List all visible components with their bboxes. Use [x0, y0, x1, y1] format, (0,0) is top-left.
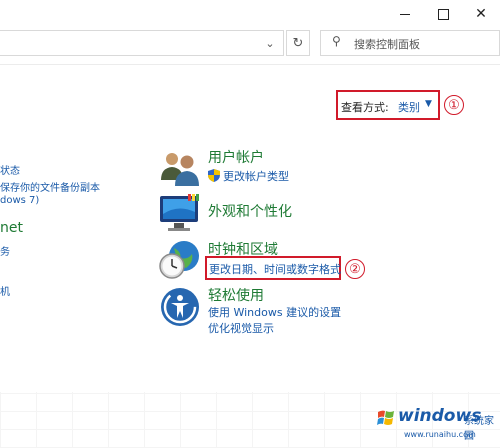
link-optimize-visual-display[interactable]: 优化视觉显示: [208, 320, 274, 336]
left-partial-5[interactable]: 机: [0, 283, 10, 298]
close-button[interactable]: ✕: [458, 0, 500, 28]
address-dropdown-button[interactable]: ⌄: [262, 34, 278, 52]
annotation-2: ②: [345, 259, 365, 279]
chevron-down-icon: ▼: [425, 99, 432, 109]
link-change-date-time-format[interactable]: 更改日期、时间或数字格式: [209, 261, 341, 277]
watermark: windows 系统家园 www.runaihu.com: [376, 404, 500, 448]
category-user-accounts[interactable]: 用户帐户: [208, 147, 264, 167]
category-ease-of-access[interactable]: 轻松使用: [208, 285, 264, 305]
left-partial-title[interactable]: net: [0, 220, 23, 236]
link-windows-recommended-settings[interactable]: 使用 Windows 建议的设置: [208, 304, 341, 320]
windows-logo-icon: [376, 408, 396, 428]
view-by-label: 查看方式:: [341, 101, 389, 114]
left-partial-4[interactable]: 务: [0, 243, 10, 258]
clock-region-icon[interactable]: [158, 238, 202, 282]
watermark-url: www.runaihu.com: [404, 430, 476, 439]
chevron-down-icon: ⌄: [265, 36, 275, 50]
toolbar-divider: [0, 64, 500, 65]
address-bar[interactable]: [0, 30, 284, 56]
link-change-account-type[interactable]: 更改帐户类型: [223, 168, 289, 184]
user-accounts-icon[interactable]: [158, 148, 202, 188]
search-placeholder: 搜索控制面板: [354, 38, 420, 51]
left-partial-1[interactable]: 状态: [0, 162, 20, 177]
refresh-icon: ↻: [292, 35, 304, 51]
minimize-icon: [400, 13, 410, 15]
annotation-1: ①: [444, 95, 464, 115]
category-appearance[interactable]: 外观和个性化: [208, 201, 292, 221]
refresh-button[interactable]: ↻: [286, 30, 310, 56]
appearance-icon[interactable]: [158, 192, 202, 234]
shield-icon: [208, 167, 220, 182]
left-partial-2[interactable]: 保存你的文件备份副本: [0, 179, 100, 194]
ease-of-access-icon[interactable]: [160, 287, 200, 327]
maximize-icon: [437, 8, 449, 20]
close-icon: ✕: [475, 6, 487, 22]
view-by-dropdown[interactable]: 类别: [398, 99, 420, 115]
left-partial-3[interactable]: dows 7): [0, 195, 39, 206]
search-icon: ⚲: [332, 34, 341, 48]
